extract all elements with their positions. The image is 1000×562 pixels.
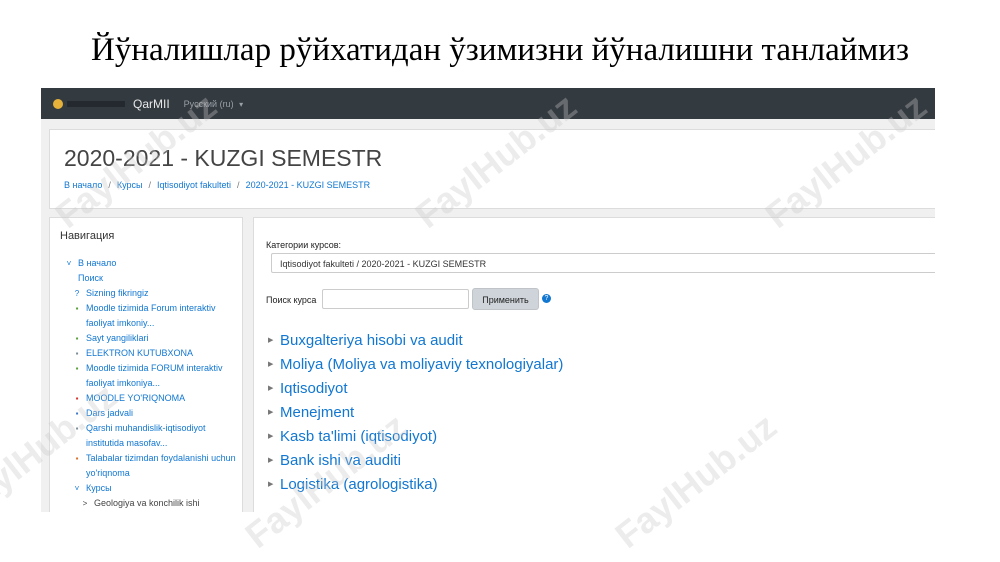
nav-item-label: В начало xyxy=(78,258,117,268)
course-item[interactable]: ▶ Kasb ta'limi (iqtisodiyot) xyxy=(268,424,563,448)
nav-item-label: Moodle tizimida Forum interaktiv faoliya… xyxy=(86,303,216,328)
category-select[interactable]: Iqtisodiyot fakulteti / 2020-2021 - KUZG… xyxy=(271,253,935,273)
library-icon: ▪ xyxy=(75,349,79,358)
course-name: Moliya (Moliya va moliyaviy texnologiyal… xyxy=(280,355,564,373)
nav-item-search[interactable]: Поиск xyxy=(64,271,239,286)
document-icon: ▪ xyxy=(75,454,79,463)
course-item[interactable]: ▶ Buxgalteriya hisobi va audit xyxy=(268,328,563,352)
nav-item-library[interactable]: ▪ ELEKTRON KUTUBXONA xyxy=(64,346,239,361)
breadcrumb-courses[interactable]: Курсы xyxy=(117,180,143,190)
nav-item-label: Geologiya va konchilik ishi xyxy=(94,498,200,508)
logo-text-bar xyxy=(67,100,125,107)
breadcrumb-separator: / xyxy=(237,180,240,190)
course-item[interactable]: ▶ Bank ishi va auditi xyxy=(268,448,563,472)
navigation-block: Навигация ˅ В начало Поиск ? Sizning fikri… xyxy=(49,217,243,512)
course-search-label: Поиск курса xyxy=(266,295,317,305)
course-item[interactable]: ▶ Logistika (agrologistika) xyxy=(268,472,563,496)
slide-title: Йўналишлар рўйхатидан ўзимизни йўналишни… xyxy=(91,32,909,68)
pdf-icon: ▪ xyxy=(75,394,79,403)
breadcrumb-faculty[interactable]: Iqtisodiyot fakulteti xyxy=(157,180,231,190)
nav-item-home[interactable]: ˅ В начало xyxy=(64,256,239,271)
breadcrumb-home[interactable]: В начало xyxy=(64,180,102,190)
site-name-link[interactable]: QarMII xyxy=(133,97,170,111)
page-title: 2020-2021 - KUZGI SEMESTR xyxy=(64,145,383,171)
language-menu[interactable]: Русский (ru) ▾ xyxy=(184,99,243,109)
nav-item-label: Dars jadvali xyxy=(86,408,134,418)
course-name: Logistika (agrologistika) xyxy=(280,475,438,493)
course-item[interactable]: ▶ Iqtisodiyot xyxy=(268,376,563,400)
nav-item-label: Talabalar tizimdan foydalanishi uchun yo… xyxy=(86,453,236,478)
nav-item-label: Moodle tizimida FORUM interaktiv faoliya… xyxy=(86,363,223,388)
forum-icon: ▪ xyxy=(75,364,79,373)
course-item[interactable]: ▶ Menejment xyxy=(268,400,563,424)
question-icon: ? xyxy=(74,289,80,298)
moodle-screenshot: QarMII Русский (ru) ▾ 2020-2021 - KUZGI … xyxy=(41,88,935,512)
chevron-down-icon: ˅ xyxy=(66,259,72,268)
course-name: Iqtisodiyot xyxy=(280,379,348,397)
nav-item-label: Sizning fikringiz xyxy=(86,288,149,298)
caret-down-icon: ▾ xyxy=(239,99,244,109)
chevron-down-icon: ˅ xyxy=(74,484,80,493)
navigation-title: Навигация xyxy=(60,230,115,242)
triangle-right-icon: ▶ xyxy=(268,481,274,488)
triangle-right-icon: ▶ xyxy=(268,385,274,392)
breadcrumb-separator: / xyxy=(148,180,151,190)
page-header: 2020-2021 - KUZGI SEMESTR В начало / Кур… xyxy=(49,129,935,209)
nav-item-geology[interactable]: > Geologiya va konchilik ishi xyxy=(64,496,239,511)
nav-item-label: Sayt yangiliklari xyxy=(86,333,149,343)
nav-item-label: Курсы xyxy=(86,483,112,493)
breadcrumb-semester[interactable]: 2020-2021 - KUZGI SEMESTR xyxy=(246,180,371,190)
breadcrumb-separator: / xyxy=(108,180,111,190)
navigation-list: ˅ В начало Поиск ? Sizning fikringiz ▪ Mood… xyxy=(64,256,239,511)
triangle-right-icon: ▶ xyxy=(268,457,274,464)
course-category-block: Категории курсов: Iqtisodiyot fakulteti … xyxy=(253,217,935,512)
triangle-right-icon: ▶ xyxy=(268,361,274,368)
nav-item-label: Qarshi muhandislik-iqtisodiyot instituti… xyxy=(86,423,206,448)
nav-item-forum[interactable]: ▪ Moodle tizimida Forum interaktiv faoliy… xyxy=(64,301,239,331)
nav-item-news[interactable]: ▪ Sayt yangiliklari xyxy=(64,331,239,346)
nav-item-students-guide[interactable]: ▪ Talabalar tizimdan foydalanishi uchun y… xyxy=(64,451,239,481)
course-name: Kasb ta'limi (iqtisodiyot) xyxy=(280,427,438,445)
course-item[interactable]: ▶ Moliya (Moliya va moliyaviy texnologiya… xyxy=(268,352,563,376)
nav-item-schedule[interactable]: ▪ Dars jadvali xyxy=(64,406,239,421)
course-name: Bank ishi va auditi xyxy=(280,451,401,469)
apply-button[interactable]: Применить xyxy=(472,288,539,310)
site-logo-icon[interactable] xyxy=(53,98,63,109)
nav-item-label: Поиск xyxy=(78,273,103,283)
course-list: ▶ Buxgalteriya hisobi va audit ▶ Moliya (M… xyxy=(268,328,563,496)
nav-item-distance[interactable]: ▪ Qarshi muhandislik-iqtisodiyot institut… xyxy=(64,421,239,451)
help-icon[interactable]: ? xyxy=(542,294,551,303)
page-icon: ▪ xyxy=(75,424,79,433)
breadcrumb: В начало / Курсы / Iqtisodiyot fakulteti… xyxy=(64,180,370,190)
course-name: Buxgalteriya hisobi va audit xyxy=(280,331,463,349)
triangle-right-icon: ▶ xyxy=(268,409,274,416)
forum-icon: ▪ xyxy=(75,304,79,313)
nav-item-manual[interactable]: ▪ MOODLE YO'RIQNOMA xyxy=(64,391,239,406)
triangle-right-icon: ▶ xyxy=(268,433,274,440)
nav-item-label: ELEKTRON KUTUBXONA xyxy=(86,348,194,358)
chevron-right-icon: > xyxy=(82,499,88,508)
nav-item-forum-2[interactable]: ▪ Moodle tizimida FORUM interaktiv faoliy… xyxy=(64,361,239,391)
top-navbar: QarMII Русский (ru) ▾ xyxy=(41,88,935,119)
triangle-right-icon: ▶ xyxy=(268,337,274,344)
course-search-input[interactable] xyxy=(322,289,469,309)
nav-item-courses[interactable]: ˅ Курсы xyxy=(64,481,239,496)
category-label: Категории курсов: xyxy=(266,240,342,250)
nav-item-feedback[interactable]: ? Sizning fikringiz xyxy=(64,286,239,301)
nav-item-label: MOODLE YO'RIQNOMA xyxy=(86,393,186,403)
course-name: Menejment xyxy=(280,403,355,421)
folder-icon: ▪ xyxy=(75,409,79,418)
language-label: Русский (ru) xyxy=(183,98,234,109)
forum-icon: ▪ xyxy=(75,334,79,343)
